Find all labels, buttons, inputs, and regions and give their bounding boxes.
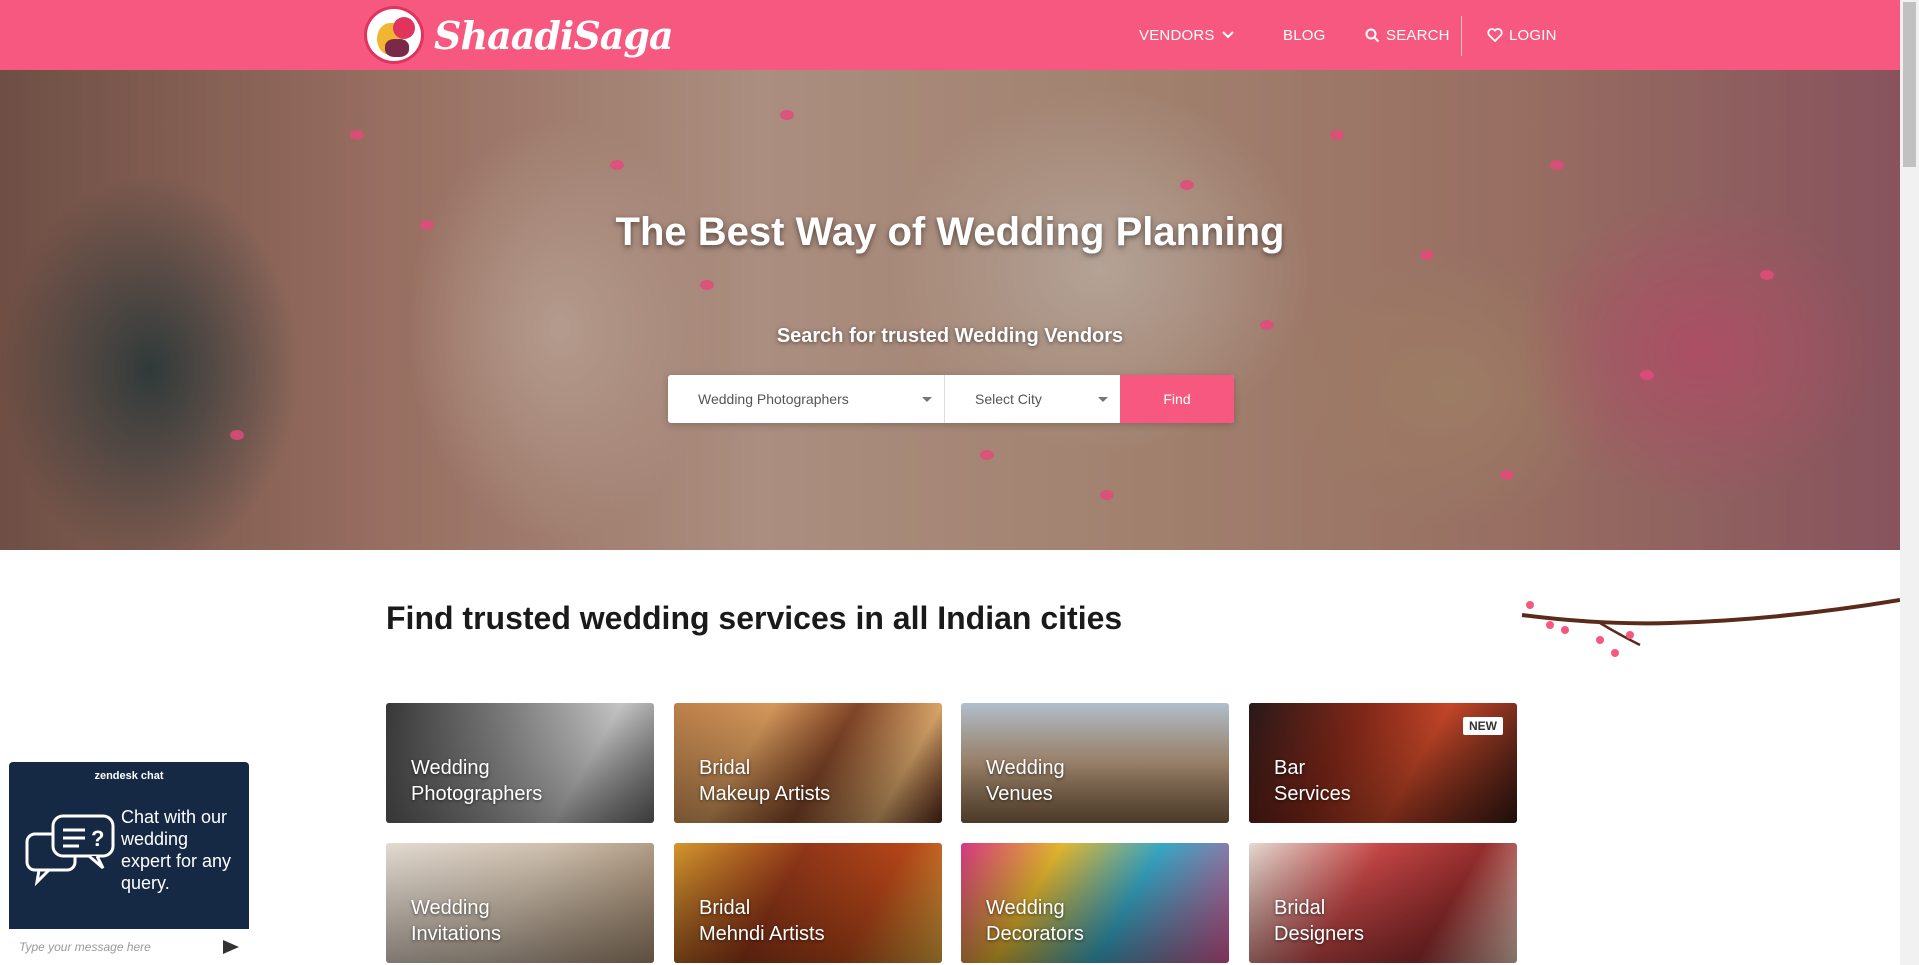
new-badge: NEW [1463, 717, 1503, 735]
nav-search-label: SEARCH [1386, 26, 1450, 44]
brand-name: ShaadiSaga [434, 12, 674, 58]
card-line2: Makeup Artists [699, 783, 831, 805]
scrollbar-thumb[interactable] [1903, 2, 1916, 167]
card-line2: Services [1274, 783, 1351, 805]
chat-widget[interactable]: zendesk chat ? Chat with our wedding exp… [9, 762, 249, 965]
nav-blog-label: BLOG [1283, 26, 1326, 44]
service-card-wedding-venues[interactable]: Wedding Venues [961, 703, 1229, 823]
city-select-value: Select City [975, 391, 1042, 407]
service-card-wedding-photographers[interactable]: Wedding Photographers [386, 703, 654, 823]
chat-bubble-icon: ? [25, 814, 115, 887]
hero-subtitle: Search for trusted Wedding Vendors [776, 325, 1124, 347]
card-line1: Wedding [986, 897, 1065, 919]
top-navbar: ShaadiSaga VENDORS BLOG SEARCH LOGIN [0, 0, 1900, 70]
card-line2: Venues [986, 783, 1053, 805]
card-line1: Bar [1274, 757, 1306, 779]
service-card-bridal-makeup-artists[interactable]: Bridal Makeup Artists [674, 703, 942, 823]
caret-down-icon [1098, 397, 1108, 402]
card-line2: Mehndi Artists [699, 923, 825, 945]
card-line2: Photographers [411, 783, 543, 805]
category-select[interactable]: Wedding Photographers [668, 375, 945, 423]
brand-logo[interactable]: ShaadiSaga [364, 6, 674, 64]
card-line1: Wedding [986, 757, 1065, 779]
service-card-bar-services[interactable]: NEW Bar Services [1249, 703, 1517, 823]
nav-login[interactable]: LOGIN [1487, 0, 1557, 70]
nav-blog[interactable]: BLOG [1283, 0, 1325, 70]
card-line2: Invitations [411, 923, 502, 945]
services-section-title: Find trusted wedding services in all Ind… [386, 600, 1123, 636]
nav-divider [1461, 16, 1462, 56]
chat-header: zendesk chat [94, 770, 164, 782]
service-card-bridal-designers[interactable]: Bridal Designers [1249, 843, 1517, 963]
service-card-bridal-mehndi-artists[interactable]: Bridal Mehndi Artists [674, 843, 942, 963]
svg-text:?: ? [91, 826, 104, 851]
category-select-value: Wedding Photographers [698, 391, 849, 407]
card-line1: Bridal [699, 757, 751, 779]
card-line2: Designers [1274, 923, 1365, 945]
nav-vendors-label: VENDORS [1139, 26, 1215, 44]
chevron-down-icon [1221, 31, 1234, 39]
chat-input-placeholder: Type your message here [19, 940, 151, 954]
nav-vendors[interactable]: VENDORS [1139, 0, 1235, 70]
nav-search[interactable]: SEARCH [1365, 0, 1450, 70]
logo-icon [364, 6, 424, 64]
caret-down-icon [922, 397, 932, 402]
chat-message: Chat with our wedding expert for any que… [121, 807, 232, 893]
vendor-search-form: Wedding Photographers Select City Find [668, 375, 1234, 423]
service-card-wedding-invitations[interactable]: Wedding Invitations [386, 843, 654, 963]
send-icon[interactable] [223, 940, 239, 954]
find-button[interactable]: Find [1120, 375, 1234, 423]
service-card-wedding-decorators[interactable]: Wedding Decorators [961, 843, 1229, 963]
card-line1: Bridal [1274, 897, 1326, 919]
card-line1: Wedding [411, 757, 490, 779]
heart-icon [1487, 28, 1503, 42]
nav-login-label: LOGIN [1509, 26, 1557, 44]
search-icon [1365, 28, 1380, 42]
chat-message-input[interactable]: Type your message here [9, 929, 249, 965]
decorative-branch-icon [1521, 598, 1900, 657]
hero-banner: The Best Way of Wedding Planning Search … [0, 70, 1900, 550]
city-select[interactable]: Select City [945, 375, 1120, 423]
card-line1: Wedding [411, 897, 490, 919]
card-line2: Decorators [986, 923, 1084, 945]
hero-title: The Best Way of Wedding Planning [615, 210, 1285, 254]
card-line1: Bridal [699, 897, 751, 919]
